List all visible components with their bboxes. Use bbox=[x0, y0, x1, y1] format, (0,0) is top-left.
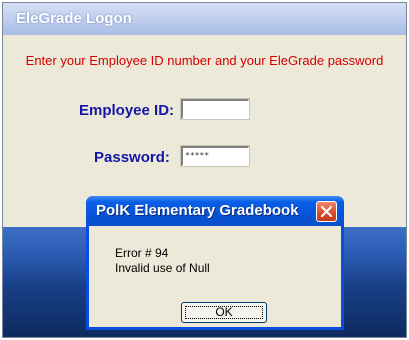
logon-title: EleGrade Logon bbox=[16, 10, 132, 27]
dialog-title: PolK Elementary Gradebook bbox=[96, 202, 299, 219]
password-field[interactable]: ***** bbox=[181, 146, 249, 166]
password-label: Password: bbox=[94, 149, 170, 166]
logon-instruction: Enter your Employee ID number and your E… bbox=[25, 53, 384, 68]
logon-titlebar: EleGrade Logon bbox=[3, 3, 406, 35]
ok-focus-rect bbox=[185, 306, 263, 319]
employee-id-field[interactable] bbox=[181, 99, 249, 119]
close-icon bbox=[320, 205, 333, 218]
employee-id-label: Employee ID: bbox=[79, 102, 175, 119]
error-dialog: PolK Elementary Gradebook Error # 94 Inv… bbox=[86, 196, 344, 330]
dialog-titlebar[interactable]: PolK Elementary Gradebook bbox=[86, 196, 344, 226]
ok-button[interactable]: OK bbox=[181, 302, 267, 323]
close-button[interactable] bbox=[316, 201, 337, 222]
error-code: Error # 94 bbox=[115, 246, 169, 260]
error-message: Invalid use of Null bbox=[115, 261, 210, 275]
